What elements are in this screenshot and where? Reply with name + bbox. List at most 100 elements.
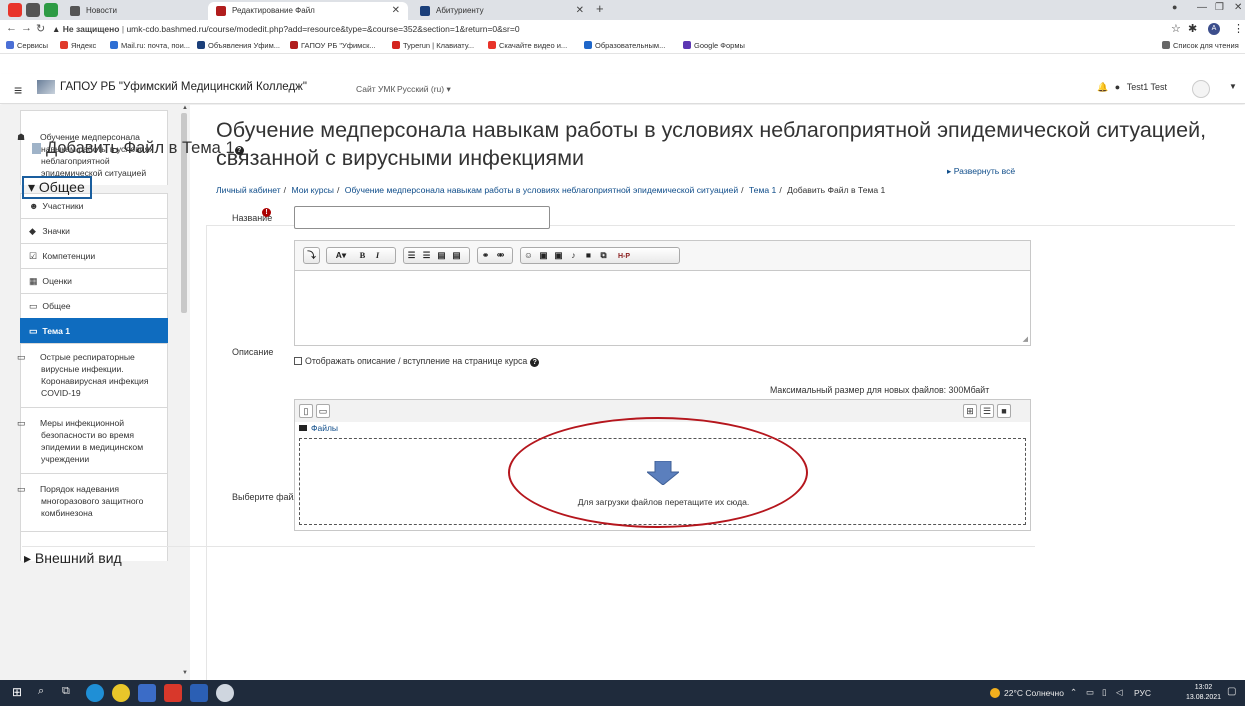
bookmark-item[interactable]: Образовательным...	[584, 41, 665, 50]
weather-text[interactable]: 22°C Солнечно	[1004, 688, 1064, 698]
bookmark-item[interactable]: Typerun | Клавиату...	[392, 41, 474, 50]
breadcrumb-link[interactable]: Обучение медперсонала навыкам работы в у…	[345, 185, 738, 195]
tab-close-icon[interactable]: ✕	[576, 2, 584, 20]
site-logo[interactable]	[37, 80, 55, 94]
bookmark-item[interactable]: Объявления Уфим...	[197, 41, 280, 50]
show-description-checkbox[interactable]	[294, 357, 302, 365]
drawer-item-section[interactable]: ▭ Порядок надевания многоразового защитно…	[17, 473, 168, 531]
pinned-tab-icon[interactable]	[44, 3, 58, 17]
view-tree-icon[interactable]: ■	[997, 404, 1011, 418]
unlink-icon[interactable]: ⚮	[493, 248, 508, 263]
user-avatar[interactable]	[1192, 80, 1210, 98]
scroll-down-icon[interactable]: ▼	[182, 670, 188, 676]
pinned-tab-icon[interactable]	[8, 3, 22, 17]
maximize-button[interactable]: ❐	[1215, 2, 1224, 13]
drawer-item-topic-1[interactable]: ▭ Тема 1	[20, 318, 168, 343]
notifications-icon[interactable]: ▢	[1227, 686, 1236, 697]
weather-sun-icon[interactable]	[990, 688, 1000, 698]
view-icons-icon[interactable]: ⊞	[963, 404, 977, 418]
user-name[interactable]: Test1 Test	[1127, 82, 1167, 92]
record-video-icon[interactable]: ■	[581, 248, 596, 263]
create-folder-icon[interactable]: ▭	[316, 404, 330, 418]
browser-tab-active[interactable]: Редактирование Файл ✕	[208, 2, 408, 20]
chevron-down-icon[interactable]: ▼	[1229, 82, 1237, 91]
tab-close-icon[interactable]: ✕	[392, 2, 400, 20]
breadcrumb-link[interactable]: Личный кабинет	[216, 185, 281, 195]
reading-list-button[interactable]: Список для чтения	[1162, 41, 1239, 50]
start-windows-icon[interactable]: ⊞	[12, 685, 22, 699]
ordered-list-icon[interactable]: ☰	[419, 248, 434, 263]
minimize-button[interactable]: —	[1197, 2, 1207, 13]
scroll-up-icon[interactable]: ▲	[182, 105, 188, 111]
add-file-icon[interactable]: ▯	[299, 404, 313, 418]
close-window-button[interactable]: ✕	[1234, 2, 1242, 13]
menu-icon[interactable]: ⋮	[1233, 22, 1244, 35]
battery-icon[interactable]: ▯	[1102, 687, 1107, 698]
url-field[interactable]: ▲ Не защищено | umk-cdo.bashmed.ru/cours…	[52, 22, 1142, 36]
view-list-icon[interactable]: ☰	[980, 404, 994, 418]
messages-icon[interactable]: ●	[1115, 82, 1120, 92]
file-explorer-icon[interactable]	[138, 684, 156, 702]
browser-tab[interactable]: Абитуриенту ✕	[412, 2, 592, 20]
site-link[interactable]: Сайт УМК	[356, 84, 395, 94]
word-icon[interactable]	[190, 684, 208, 702]
section-general-toggle[interactable]: ▾ Общее	[22, 176, 92, 199]
language-menu[interactable]: Русский (ru) ▾	[397, 84, 451, 95]
bookmark-item[interactable]: Скачайте видео и...	[488, 41, 567, 50]
resize-handle-icon[interactable]: ◢	[1023, 335, 1028, 343]
bold-icon[interactable]: B	[355, 248, 370, 263]
hamburger-menu-icon[interactable]: ≡	[14, 82, 22, 98]
new-tab-button[interactable]: +	[596, 1, 604, 16]
drawer-item-section[interactable]: ▭ Острые респираторные вирусные инфекции.…	[17, 343, 168, 407]
emoticon-icon[interactable]: ☺	[521, 248, 536, 263]
link-icon[interactable]: ⚭	[478, 248, 493, 263]
paragraph-style-icon[interactable]: A▾	[327, 248, 355, 263]
browser-tab[interactable]: Новости	[62, 2, 202, 20]
editor-text-area[interactable]	[295, 272, 1030, 345]
system-clock[interactable]: 13:02 13.08.2021	[1186, 683, 1221, 703]
pdf-reader-icon[interactable]	[164, 684, 182, 702]
bookmark-item[interactable]: ГАПОУ РБ "Уфимск...	[290, 41, 376, 50]
bookmark-item[interactable]: Google Формы	[683, 41, 745, 50]
tray-chevron-icon[interactable]: ⌃	[1070, 687, 1077, 698]
profile-avatar[interactable]: A	[1208, 23, 1220, 35]
name-input[interactable]	[294, 206, 550, 229]
outdent-icon[interactable]: ▤	[449, 248, 464, 263]
h5p-icon[interactable]: H-P	[611, 249, 637, 264]
drawer-item-competencies[interactable]: ☑ Компетенции	[20, 243, 168, 268]
notification-bell-icon[interactable]: 🔔	[1097, 82, 1108, 92]
help-icon[interactable]: ?	[530, 358, 540, 367]
paint-icon[interactable]	[216, 684, 234, 702]
italic-icon[interactable]: I	[370, 248, 385, 263]
files-folder-link[interactable]: Файлы	[311, 423, 338, 433]
back-arrow-icon[interactable]: ←	[6, 22, 17, 34]
show-description-label[interactable]: Отображать описание / вступление на стра…	[305, 356, 527, 366]
input-language[interactable]: РУС	[1134, 688, 1151, 698]
manage-files-icon[interactable]: ⧉	[596, 248, 611, 263]
search-icon[interactable]: ⌕	[38, 685, 44, 698]
drawer-item-general[interactable]: ▭ Общее	[20, 293, 168, 318]
drawer-item-grades[interactable]: ▦ Оценки	[20, 268, 168, 293]
site-name[interactable]: ГАПОУ РБ "Уфимский Медицинский Колледж"	[60, 81, 307, 93]
forward-arrow-icon[interactable]: →	[21, 22, 32, 34]
bookmark-star-icon[interactable]: ☆	[1171, 22, 1181, 35]
chrome-icon[interactable]	[112, 684, 130, 702]
bookmark-item[interactable]: Яндекс	[60, 41, 96, 50]
network-icon[interactable]: ▭	[1086, 687, 1094, 698]
pinned-tab-icon[interactable]	[26, 3, 40, 17]
collapse-toolbar-icon[interactable]: ⤵	[304, 248, 319, 263]
breadcrumb-link[interactable]: Тема 1	[749, 185, 776, 195]
expand-all-link[interactable]: ▸ Развернуть всё	[947, 166, 1015, 177]
record-icon[interactable]: ●	[1172, 2, 1177, 12]
unordered-list-icon[interactable]: ☰	[404, 248, 419, 263]
image-icon[interactable]: ▣	[536, 248, 551, 263]
record-audio-icon[interactable]: ♪	[566, 248, 581, 263]
volume-icon[interactable]: ◁	[1116, 687, 1123, 698]
edge-icon[interactable]	[86, 684, 104, 702]
reload-icon[interactable]: ↻	[36, 22, 45, 35]
media-icon[interactable]: ▣	[551, 248, 566, 263]
drawer-item-section[interactable]: ▭ Меры инфекционной безопасности во время…	[17, 407, 168, 473]
help-icon[interactable]: ?	[234, 146, 244, 155]
extensions-icon[interactable]: ✱	[1188, 22, 1197, 35]
bookmark-item[interactable]: Сервисы	[6, 41, 48, 50]
